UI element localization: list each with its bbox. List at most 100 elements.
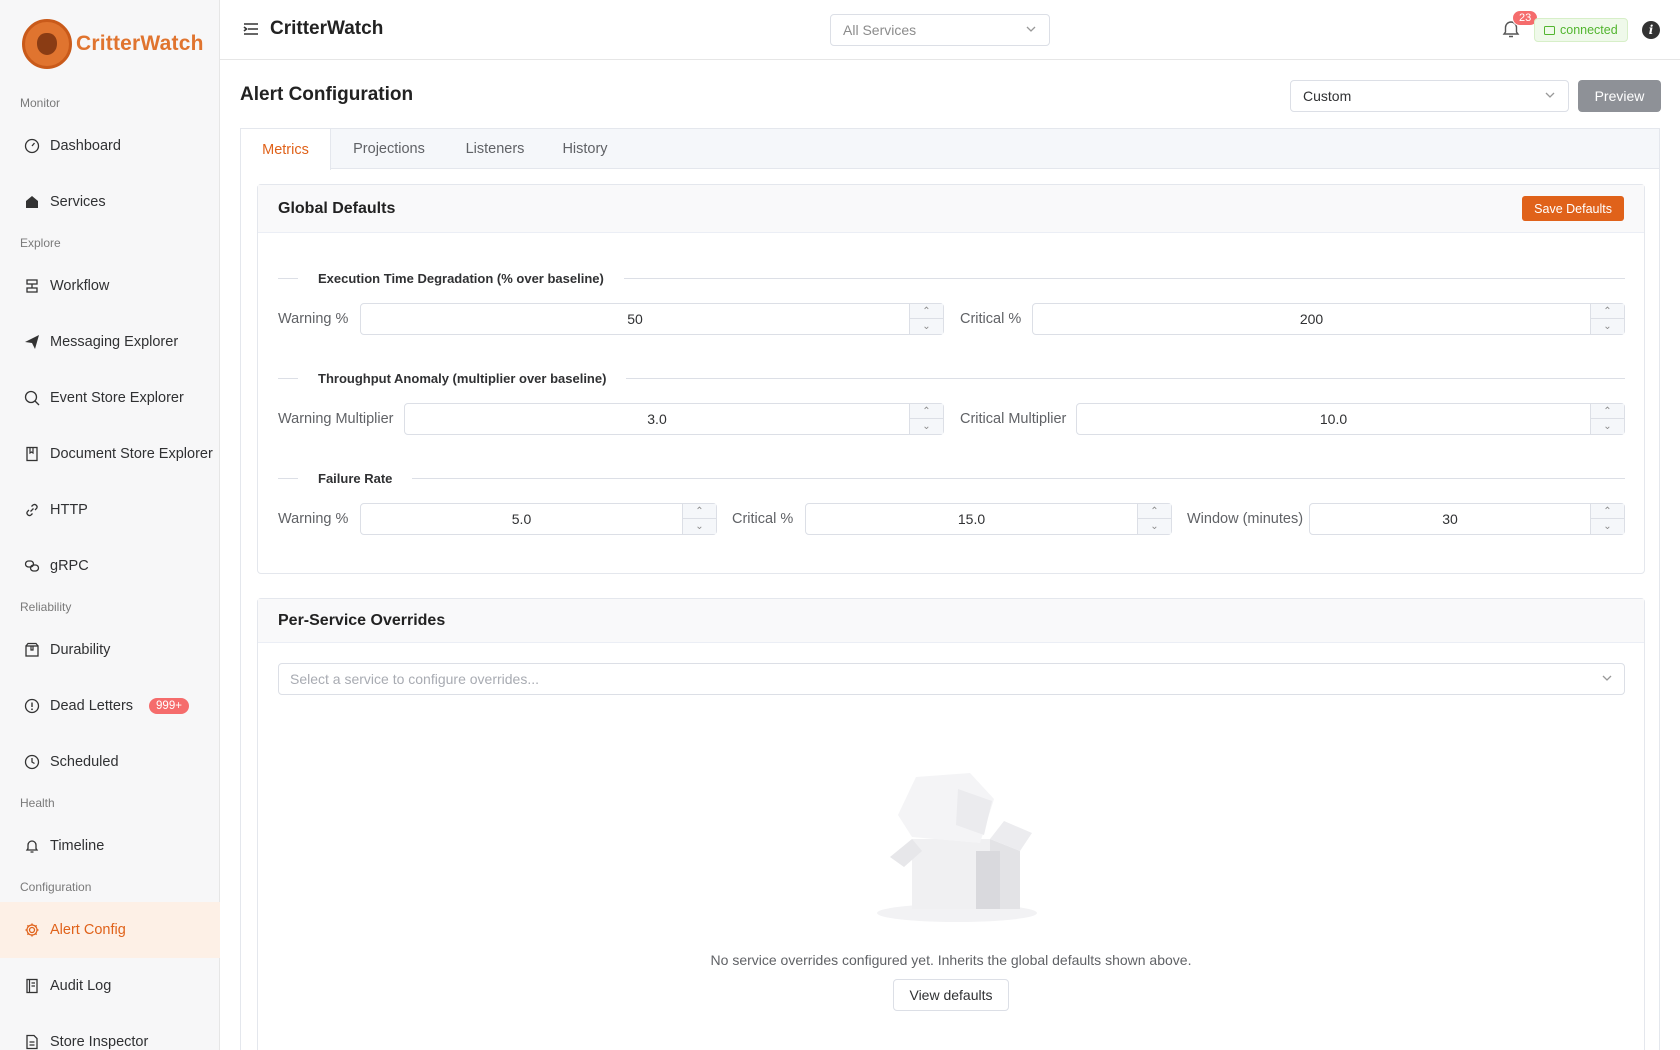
failure-window-input[interactable]: 30 ⌃ ⌄	[1309, 503, 1625, 535]
section-divider: Failure Rate	[278, 469, 1625, 487]
failure-critical-input[interactable]: 15.0 ⌃ ⌄	[805, 503, 1172, 535]
document-icon	[24, 446, 40, 462]
app-title: CritterWatch	[270, 18, 384, 39]
divider-line	[278, 277, 298, 279]
empty-box-illustration	[877, 773, 1037, 922]
sidebar-item-dashboard[interactable]: Dashboard	[0, 118, 220, 174]
chevron-down-icon	[1601, 671, 1613, 687]
critter-logo-icon	[22, 19, 72, 69]
tab-projections[interactable]: Projections	[331, 129, 447, 169]
divider-line	[623, 277, 1625, 279]
sidebar-item-messaging-explorer[interactable]: Messaging Explorer	[0, 314, 220, 370]
decrement-icon[interactable]: ⌄	[1138, 519, 1171, 534]
sidebar-item-event-store-explorer[interactable]: Event Store Explorer	[0, 370, 220, 426]
tab-header: Metrics Projections Listeners History	[241, 129, 1659, 170]
sidebar-item-label: Alert Config	[50, 922, 126, 938]
tab-metrics[interactable]: Metrics	[241, 129, 331, 170]
override-service-select[interactable]: Select a service to configure overrides.…	[278, 663, 1625, 695]
empty-state-text: No service overrides configured yet. Inh…	[710, 952, 1192, 968]
decrement-icon[interactable]: ⌄	[1591, 519, 1624, 534]
decrement-icon[interactable]: ⌄	[910, 319, 943, 334]
sidebar-item-audit-log[interactable]: Audit Log	[0, 958, 220, 1014]
warning-circle-icon	[24, 698, 40, 714]
stepper: ⌃ ⌄	[1590, 304, 1624, 334]
info-icon[interactable]: i	[1642, 21, 1660, 39]
per-service-overrides-card: Per-Service Overrides Select a service t…	[257, 598, 1645, 1050]
save-defaults-button[interactable]: Save Defaults	[1522, 196, 1624, 221]
increment-icon[interactable]: ⌃	[683, 504, 716, 519]
sidebar-item-scheduled[interactable]: Scheduled	[0, 734, 220, 790]
home-icon	[24, 194, 40, 210]
stepper: ⌃ ⌄	[909, 304, 943, 334]
topbar: CritterWatch All Services 23 connected i	[220, 0, 1680, 60]
chevron-down-icon	[1544, 88, 1556, 104]
divider-line	[278, 377, 298, 379]
monitor-icon	[1544, 25, 1555, 35]
sidebar-item-http[interactable]: HTTP	[0, 482, 220, 538]
chevron-down-icon	[1025, 22, 1037, 38]
box-icon	[24, 642, 40, 658]
preset-select[interactable]: Custom	[1290, 80, 1569, 112]
input-value: 200	[1299, 311, 1324, 327]
increment-icon[interactable]: ⌃	[910, 304, 943, 319]
sidebar-item-label: Workflow	[50, 278, 110, 294]
brand-logo[interactable]: CritterWatch	[22, 18, 204, 70]
tab-history[interactable]: History	[543, 129, 627, 169]
throughput-warning-input[interactable]: 3.0 ⌃ ⌄	[404, 403, 944, 435]
divider-line	[278, 477, 298, 479]
nav-section-configuration: Configuration	[20, 880, 92, 894]
stepper: ⌃ ⌄	[909, 404, 943, 434]
grpc-icon	[24, 558, 40, 574]
failure-warning-input[interactable]: 5.0 ⌃ ⌄	[360, 503, 717, 535]
decrement-icon[interactable]: ⌄	[683, 519, 716, 534]
input-value: 10.0	[1319, 411, 1348, 427]
stepper: ⌃ ⌄	[1590, 404, 1624, 434]
tab-listeners[interactable]: Listeners	[447, 129, 543, 169]
sidebar-item-timeline[interactable]: Timeline	[0, 818, 220, 874]
menu-toggle-icon[interactable]	[242, 20, 260, 38]
connection-status-tag: connected	[1534, 18, 1628, 42]
sidebar-item-services[interactable]: Services	[0, 174, 220, 230]
gauge-icon	[24, 138, 40, 154]
sidebar-item-label: Store Inspector	[50, 1034, 149, 1050]
service-filter-select[interactable]: All Services	[830, 14, 1050, 46]
preview-button[interactable]: Preview	[1578, 80, 1661, 112]
increment-icon[interactable]: ⌃	[1591, 504, 1624, 519]
exec-critical-input[interactable]: 200 ⌃ ⌄	[1032, 303, 1625, 335]
exec-warning-input[interactable]: 50 ⌃ ⌄	[360, 303, 944, 335]
input-value: 5.0	[511, 511, 532, 527]
sidebar-item-label: Messaging Explorer	[50, 334, 179, 350]
connection-status-text: connected	[1560, 23, 1618, 37]
decrement-icon[interactable]: ⌄	[910, 419, 943, 434]
clock-icon	[24, 754, 40, 770]
sidebar-item-dead-letters[interactable]: Dead Letters 999+	[0, 678, 220, 734]
increment-icon[interactable]: ⌃	[910, 404, 943, 419]
throughput-critical-input[interactable]: 10.0 ⌃ ⌄	[1076, 403, 1625, 435]
stepper: ⌃ ⌄	[682, 504, 716, 534]
config-tabs: Metrics Projections Listeners History Gl…	[240, 128, 1660, 1050]
field-label: Critical %	[732, 511, 794, 527]
field-label: Warning %	[278, 311, 349, 327]
sidebar-item-label: Dead Letters	[50, 698, 134, 714]
section-divider: Throughput Anomaly (multiplier over base…	[278, 369, 1625, 387]
section-heading: Throughput Anomaly (multiplier over base…	[318, 370, 607, 386]
sidebar-item-workflow[interactable]: Workflow	[0, 258, 220, 314]
nav-section-monitor: Monitor	[20, 96, 61, 110]
sidebar-item-label: Event Store Explorer	[50, 390, 184, 406]
decrement-icon[interactable]: ⌄	[1591, 419, 1624, 434]
sidebar-item-store-inspector[interactable]: Store Inspector	[0, 1014, 220, 1050]
input-value: 50	[627, 311, 643, 327]
increment-icon[interactable]: ⌃	[1591, 304, 1624, 319]
view-defaults-button[interactable]: View defaults	[893, 979, 1009, 1011]
sidebar-item-grpc[interactable]: gRPC	[0, 538, 220, 594]
section-heading: Execution Time Degradation (% over basel…	[318, 270, 604, 286]
sidebar-item-label: Audit Log	[50, 978, 112, 994]
decrement-icon[interactable]: ⌄	[1591, 319, 1624, 334]
sidebar-item-document-store-explorer[interactable]: Document Store Explorer	[0, 426, 220, 482]
section-heading: Failure Rate	[318, 470, 393, 486]
increment-icon[interactable]: ⌃	[1591, 404, 1624, 419]
sidebar-item-alert-config[interactable]: Alert Config	[0, 902, 220, 958]
increment-icon[interactable]: ⌃	[1138, 504, 1171, 519]
field-label: Warning %	[278, 511, 349, 527]
sidebar-item-durability[interactable]: Durability	[0, 622, 220, 678]
